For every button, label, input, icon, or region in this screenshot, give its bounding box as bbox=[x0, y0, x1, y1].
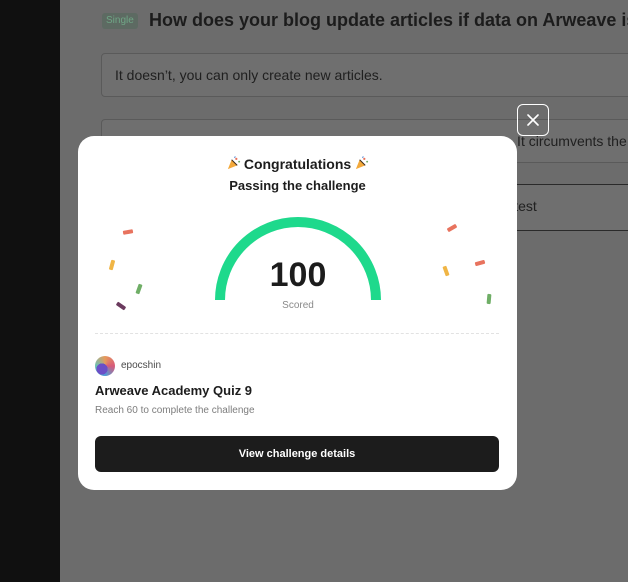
quiz-title: Arweave Academy Quiz 9 bbox=[95, 383, 253, 398]
close-icon bbox=[527, 114, 539, 126]
left-sidebar bbox=[0, 0, 60, 582]
confetti-piece bbox=[115, 301, 127, 311]
avatar bbox=[95, 356, 115, 376]
confetti-piece bbox=[486, 293, 492, 305]
subtitle: Passing the challenge bbox=[229, 178, 366, 193]
confetti-piece bbox=[474, 259, 486, 267]
challenge-result-modal: Congratulations Passing the challenge 10… bbox=[78, 136, 517, 490]
congrats-text: Congratulations bbox=[243, 156, 352, 172]
divider bbox=[95, 333, 499, 334]
username: epocshin bbox=[121, 360, 162, 371]
party-popper-icon bbox=[356, 156, 369, 170]
confetti-piece bbox=[446, 223, 458, 233]
close-button[interactable] bbox=[517, 104, 549, 136]
party-popper-icon bbox=[227, 156, 240, 170]
confetti-piece bbox=[108, 259, 116, 271]
score-value: 100 bbox=[269, 256, 327, 294]
congrats-heading: Congratulations bbox=[78, 156, 517, 172]
question-title: How does your blog update articles if da… bbox=[149, 10, 628, 30]
quiz-description: Reach 60 to complete the challenge bbox=[95, 405, 255, 416]
confetti-piece bbox=[135, 283, 143, 295]
view-challenge-details-button[interactable]: View challenge details bbox=[95, 436, 499, 472]
answer-option[interactable]: It doesn’t, you can only create new arti… bbox=[101, 53, 628, 97]
confetti-piece bbox=[122, 229, 134, 235]
confetti-piece bbox=[442, 265, 450, 277]
score-label: Scored bbox=[282, 300, 314, 311]
question-type-tag: Single bbox=[102, 13, 138, 29]
